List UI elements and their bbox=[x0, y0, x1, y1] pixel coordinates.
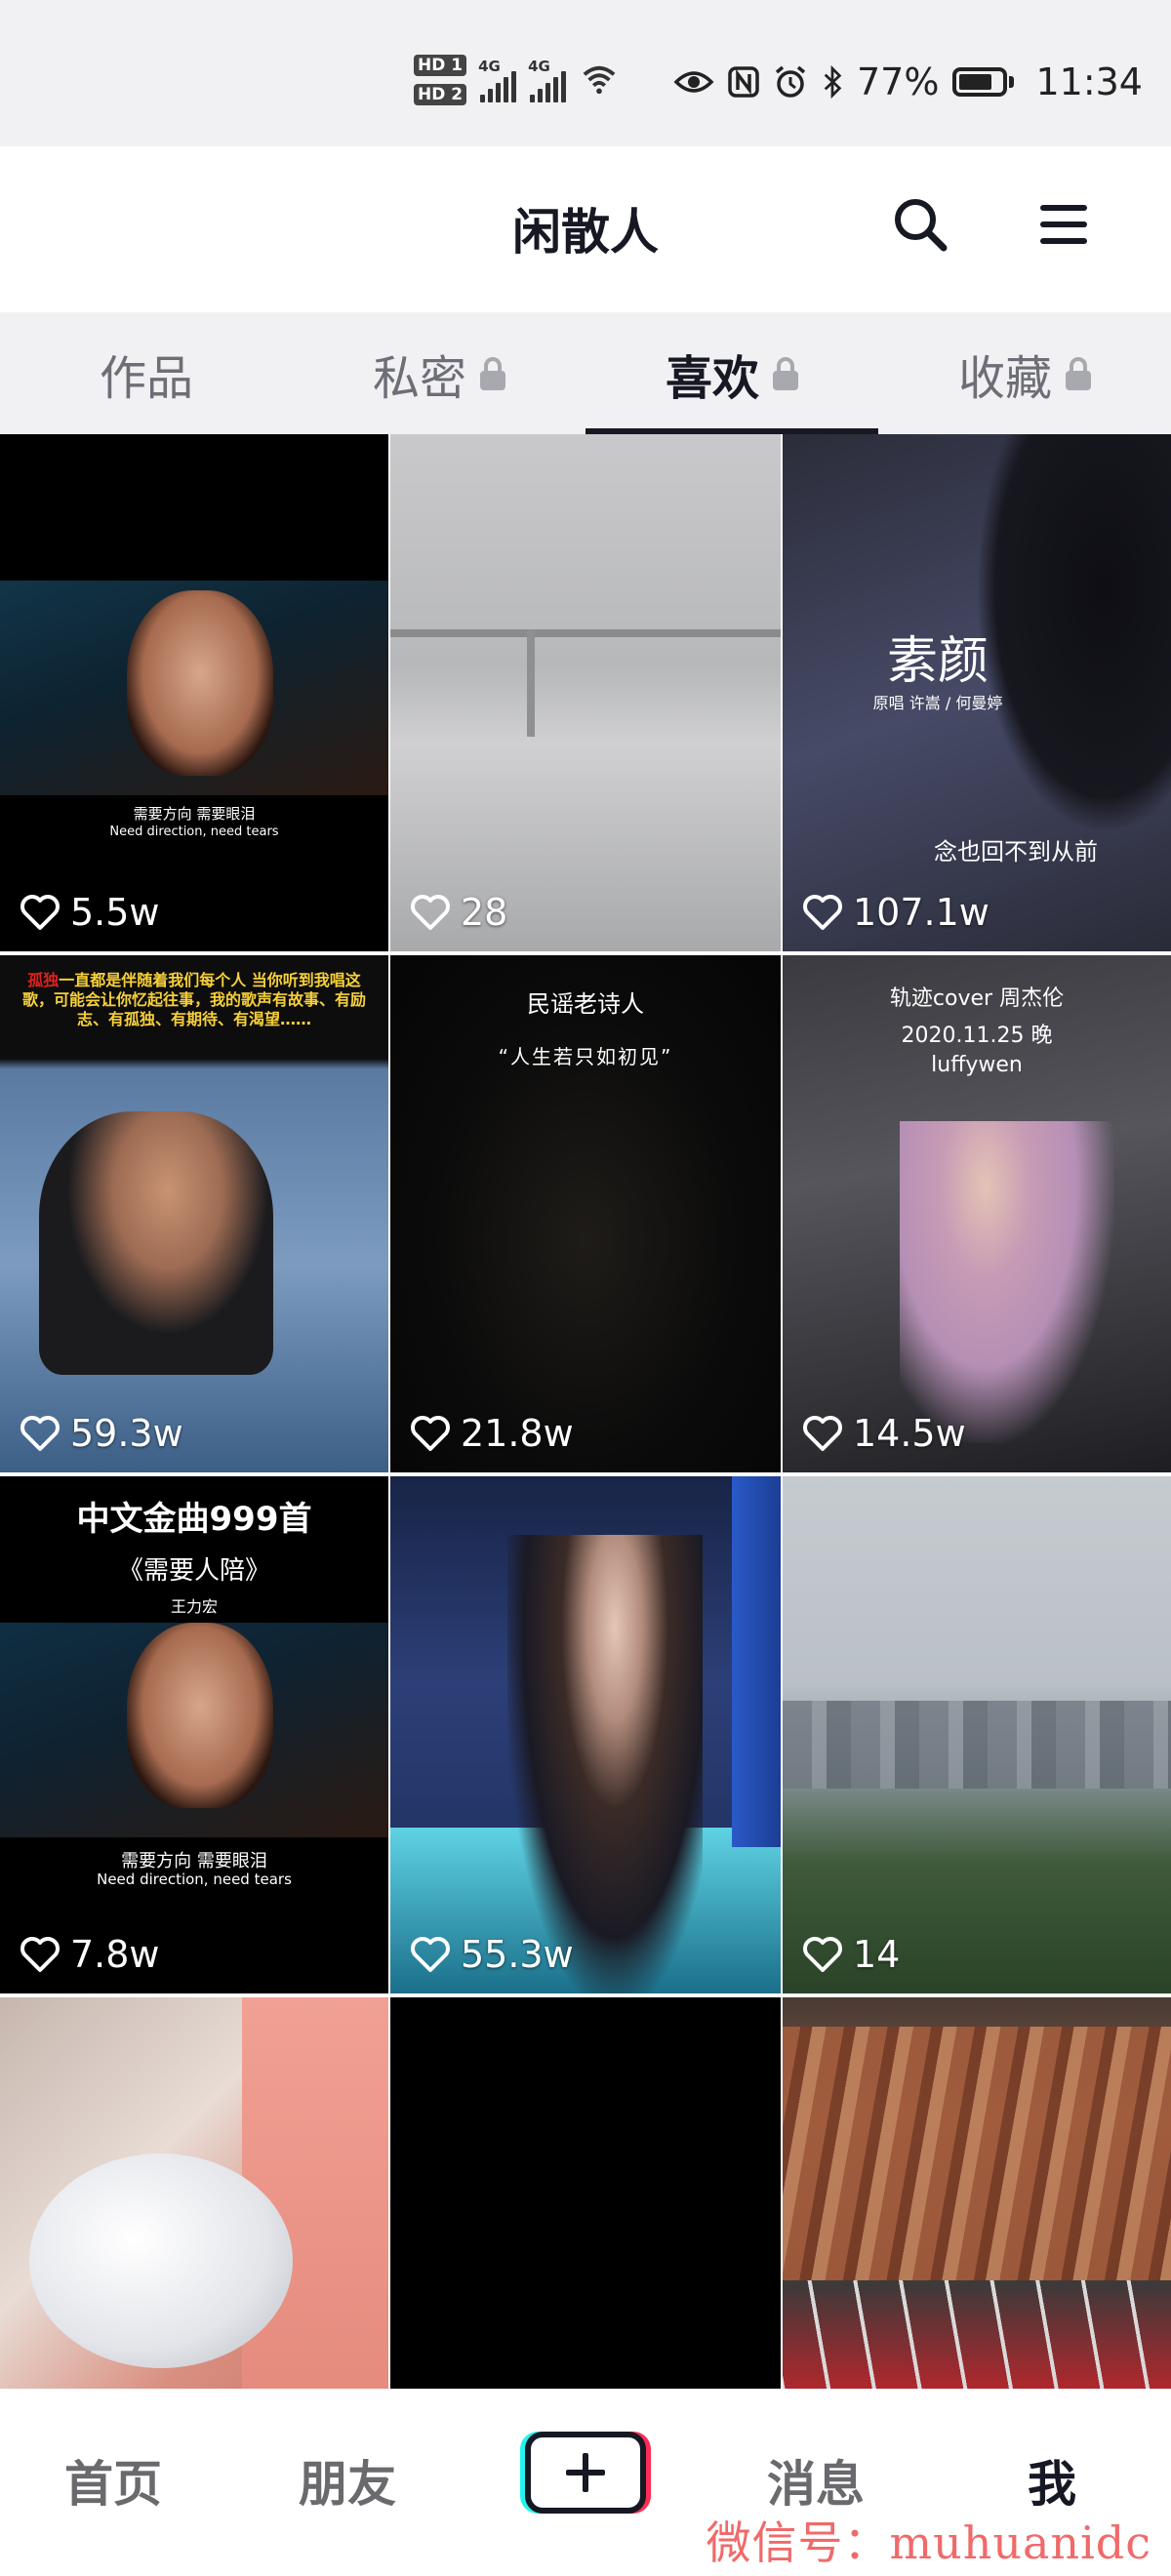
heart-icon bbox=[411, 895, 450, 930]
video-thumbnail[interactable]: 孤独一直都是伴随着我们每个人 当你听到我唱这歌，可能会让你忆起往事，我的歌声有故… bbox=[0, 955, 388, 1472]
nfc-icon bbox=[728, 66, 759, 98]
video-thumbnail[interactable]: 55.3w bbox=[390, 1476, 781, 1993]
video-lyric: 念也回不到从前 bbox=[934, 838, 1098, 865]
video-title: 素颜 bbox=[886, 632, 989, 691]
video-thumbnail[interactable]: 需要方向 需要眼泪 Need direction, need tears 5.5… bbox=[0, 434, 388, 951]
heart-icon bbox=[803, 1937, 842, 1972]
video-caption-quote: “人生若只如初见” bbox=[498, 1045, 673, 1068]
like-count: 7.8w bbox=[20, 1933, 160, 1976]
battery-icon bbox=[952, 67, 1015, 97]
like-count: 5.5w bbox=[20, 891, 160, 934]
video-caption-user: luffywen bbox=[931, 1053, 1023, 1077]
video-caption-block: 孤独一直都是伴随着我们每个人 当你听到我唱这歌，可能会让你忆起往事，我的歌声有故… bbox=[21, 971, 366, 1028]
menu-button[interactable] bbox=[1025, 185, 1103, 263]
plus-icon bbox=[566, 2453, 605, 2492]
like-count: 107.1w bbox=[802, 891, 989, 934]
heart-icon bbox=[411, 1937, 450, 1972]
status-bar-right: 77% 11:34 bbox=[673, 60, 1143, 103]
video-thumbnail[interactable]: 素颜 原唱 许嵩 / 何曼婷 念也回不到从前 107.1w bbox=[783, 434, 1171, 951]
heart-icon bbox=[803, 895, 842, 930]
lock-icon bbox=[1066, 356, 1091, 390]
like-count: 14 bbox=[802, 1933, 900, 1976]
video-thumbnail[interactable]: 轨迹cover 周杰伦 2020.11.25 晚 luffywen 14.5w bbox=[783, 955, 1171, 1472]
menu-icon bbox=[1040, 205, 1087, 244]
battery-fill bbox=[959, 74, 991, 90]
video-caption-en: Need direction, need tears bbox=[109, 825, 279, 839]
profile-header: 闲散人 bbox=[0, 146, 1171, 312]
video-caption: 民谣老诗人 bbox=[527, 990, 644, 1018]
video-artist: 王力宏 bbox=[170, 1597, 218, 1616]
nav-friends[interactable]: 朋友 bbox=[299, 2445, 396, 2516]
like-count: 55.3w bbox=[410, 1933, 574, 1976]
status-bar-left: HD 1 HD 2 4G 4G bbox=[414, 55, 619, 105]
signal-2-icon: 4G bbox=[528, 58, 567, 102]
status-bar: HD 1 HD 2 4G 4G 77% 11:34 bbox=[0, 0, 1171, 146]
profile-tabs: 作品 私密 喜欢 收藏 bbox=[0, 312, 1171, 434]
create-button[interactable] bbox=[525, 2432, 646, 2514]
heart-icon bbox=[803, 1416, 842, 1451]
tab-label: 收藏 bbox=[957, 350, 1052, 406]
eye-icon bbox=[673, 71, 714, 93]
tab-likes[interactable]: 喜欢 bbox=[586, 312, 878, 434]
heart-icon bbox=[20, 1416, 60, 1451]
video-song: 《需要人陪》 bbox=[117, 1556, 270, 1586]
signal-1-icon: 4G bbox=[478, 58, 517, 102]
like-count: 14.5w bbox=[802, 1412, 966, 1455]
video-caption-en: Need direction, need tears bbox=[97, 1871, 292, 1888]
tab-label: 作品 bbox=[99, 350, 193, 406]
tab-favorites[interactable]: 收藏 bbox=[878, 312, 1171, 434]
video-title: 中文金曲999首 bbox=[76, 1500, 312, 1539]
video-caption: 需要方向 需要眼泪 bbox=[133, 805, 256, 823]
like-count: 21.8w bbox=[410, 1412, 574, 1455]
video-thumbnail[interactable] bbox=[783, 1997, 1171, 2397]
battery-percent: 77% bbox=[857, 60, 940, 103]
video-credit: 原唱 许嵩 / 何曼婷 bbox=[872, 694, 1003, 712]
tab-label: 喜欢 bbox=[665, 350, 759, 406]
heart-icon bbox=[20, 1937, 60, 1972]
video-thumbnail[interactable] bbox=[0, 1997, 388, 2397]
heart-icon bbox=[20, 895, 60, 930]
lock-icon bbox=[480, 356, 505, 390]
nav-home[interactable]: 首页 bbox=[64, 2445, 162, 2516]
tab-private[interactable]: 私密 bbox=[293, 312, 586, 434]
sim2-indicator: HD 2 bbox=[414, 84, 467, 105]
video-thumbnail[interactable]: 28 bbox=[390, 434, 781, 951]
watermark: 微信号：muhuanidc bbox=[706, 2516, 1151, 2569]
like-count: 59.3w bbox=[20, 1412, 183, 1455]
video-thumbnail[interactable]: 中文金曲999首 《需要人陪》 王力宏 需要方向 需要眼泪 Need direc… bbox=[0, 1476, 388, 1993]
video-grid: 需要方向 需要眼泪 Need direction, need tears 5.5… bbox=[0, 434, 1171, 2397]
video-caption: 需要方向 需要眼泪 bbox=[121, 1851, 267, 1872]
wifi-icon bbox=[583, 65, 616, 95]
video-thumbnail[interactable]: 14 bbox=[783, 1476, 1171, 1993]
nav-me[interactable]: 我 bbox=[1028, 2445, 1076, 2516]
bluetooth-icon bbox=[824, 64, 842, 100]
tab-works[interactable]: 作品 bbox=[0, 312, 293, 434]
video-caption: 轨迹cover 周杰伦 bbox=[889, 986, 1065, 1011]
search-button[interactable] bbox=[881, 185, 959, 263]
like-count: 28 bbox=[410, 891, 507, 934]
search-icon bbox=[895, 199, 948, 252]
clock: 11:34 bbox=[1035, 60, 1143, 103]
video-thumbnail[interactable] bbox=[390, 1997, 781, 2397]
bottom-nav: 首页 朋友 消息 我 微信号：muhuanidc bbox=[0, 2389, 1171, 2576]
alarm-icon bbox=[775, 65, 806, 98]
heart-icon bbox=[411, 1416, 450, 1451]
nav-messages[interactable]: 消息 bbox=[767, 2445, 865, 2516]
video-caption-date: 2020.11.25 晚 bbox=[901, 1024, 1053, 1048]
video-thumbnail[interactable]: 民谣老诗人 “人生若只如初见” 21.8w bbox=[390, 955, 781, 1472]
tab-label: 私密 bbox=[372, 350, 466, 406]
sim1-indicator: HD 1 bbox=[414, 55, 467, 76]
page-title: 闲散人 bbox=[512, 204, 659, 261]
lock-icon bbox=[773, 356, 798, 390]
